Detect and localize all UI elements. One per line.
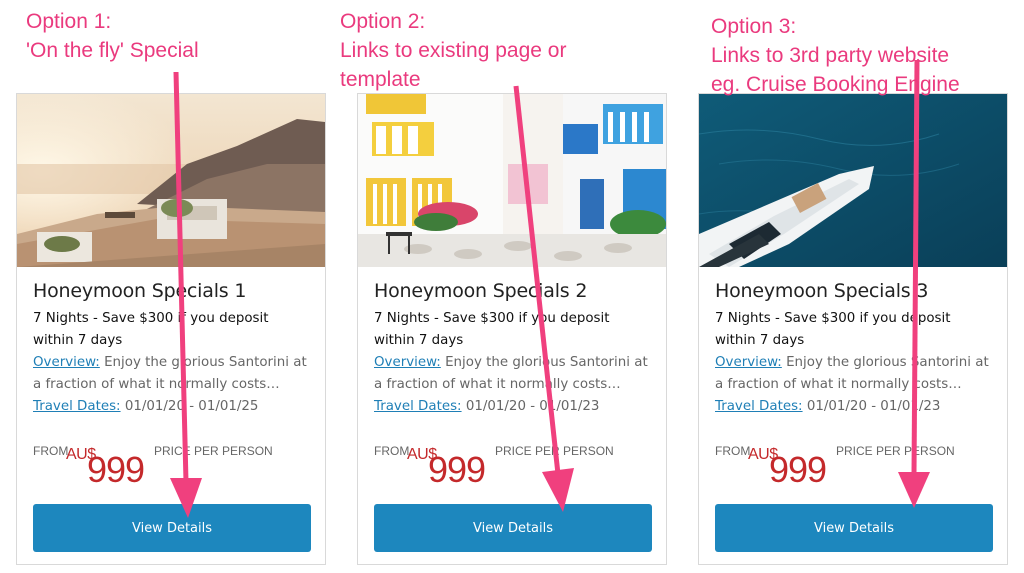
card-title: Honeymoon Specials 1 (33, 280, 247, 302)
travel-dates-row: Travel Dates: 01/01/20 - 01/01/23 (374, 396, 654, 418)
card-description: 7 Nights - Save $300 if you deposit with… (374, 311, 610, 348)
price-amount: 999 (428, 449, 486, 490)
price-block: FROM AU$ 999 PRICE PER PERSON (374, 444, 664, 494)
special-card-1: Honeymoon Specials 1 7 Nights - Save $30… (16, 93, 326, 565)
price-block: FROM AU$ 999 PRICE PER PERSON (715, 444, 1005, 494)
price-from-label: FROM (33, 444, 69, 458)
travel-dates-link[interactable]: Travel Dates: (33, 399, 121, 414)
price-amount: 999 (769, 449, 827, 490)
card-title: Honeymoon Specials 2 (374, 280, 588, 302)
overview-text: Enjoy the glorious Santorini at (99, 355, 307, 370)
card-description: 7 Nights - Save $300 if you deposit with… (715, 311, 951, 348)
annotation-option-2: Option 2: Links to existing page or temp… (340, 7, 566, 94)
overview-link[interactable]: Overview: (374, 355, 441, 370)
travel-dates-value: 01/01/20 - 01/01/23 (802, 399, 941, 414)
overview-text: Enjoy the glorious Santorini at (781, 355, 989, 370)
view-details-button[interactable]: View Details (374, 504, 652, 552)
travel-dates-link[interactable]: Travel Dates: (374, 399, 462, 414)
annotation-heading: Option 2: (340, 10, 426, 33)
overview-text-continued: a fraction of what it normally costs… (715, 377, 962, 392)
overview-text: Enjoy the glorious Santorini at (440, 355, 648, 370)
travel-dates-value: 01/01/20 - 01/01/23 (461, 399, 600, 414)
overview-text-continued: a fraction of what it normally costs… (33, 377, 280, 392)
price-per-person-label: PRICE PER PERSON (154, 444, 273, 458)
annotation-heading: Option 3: (711, 15, 797, 38)
special-card-3: Honeymoon Specials 3 7 Nights - Save $30… (698, 93, 1008, 565)
overview-link[interactable]: Overview: (33, 355, 100, 370)
annotation-option-3: Option 3: Links to 3rd party website eg.… (711, 12, 960, 99)
yacht-ocean-image[interactable] (699, 94, 1007, 267)
travel-dates-link[interactable]: Travel Dates: (715, 399, 803, 414)
special-card-2: Honeymoon Specials 2 7 Nights - Save $30… (357, 93, 667, 565)
annotation-line: eg. Cruise Booking Engine (711, 73, 960, 96)
travel-dates-row: Travel Dates: 01/01/20 - 01/01/25 (33, 396, 313, 418)
price-amount: 999 (87, 449, 145, 490)
santorini-sunset-image[interactable] (17, 94, 325, 267)
view-details-button[interactable]: View Details (33, 504, 311, 552)
greek-village-image[interactable] (358, 94, 666, 267)
price-from-label: FROM (715, 444, 751, 458)
annotation-line: 'On the fly' Special (26, 39, 199, 62)
annotation-line: template (340, 68, 421, 91)
price-per-person-label: PRICE PER PERSON (836, 444, 955, 458)
price-block: FROM AU$ 999 PRICE PER PERSON (33, 444, 323, 494)
travel-dates-row: Travel Dates: 01/01/20 - 01/01/23 (715, 396, 995, 418)
annotation-heading: Option 1: (26, 10, 112, 33)
overview-row: Overview: Enjoy the glorious Santorini a… (33, 352, 313, 374)
overview-row: Overview: Enjoy the glorious Santorini a… (715, 352, 995, 374)
overview-row: Overview: Enjoy the glorious Santorini a… (374, 352, 654, 374)
view-details-button[interactable]: View Details (715, 504, 993, 552)
card-description: 7 Nights - Save $300 if you deposit with… (33, 311, 269, 348)
annotation-line: Links to 3rd party website (711, 44, 950, 67)
overview-link[interactable]: Overview: (715, 355, 782, 370)
price-from-label: FROM (374, 444, 410, 458)
card-title: Honeymoon Specials 3 (715, 280, 929, 302)
annotation-line: Links to existing page or (340, 39, 567, 62)
annotation-option-1: Option 1: 'On the fly' Special (26, 7, 199, 65)
price-per-person-label: PRICE PER PERSON (495, 444, 614, 458)
overview-text-continued: a fraction of what it normally costs… (374, 377, 621, 392)
travel-dates-value: 01/01/20 - 01/01/25 (120, 399, 259, 414)
